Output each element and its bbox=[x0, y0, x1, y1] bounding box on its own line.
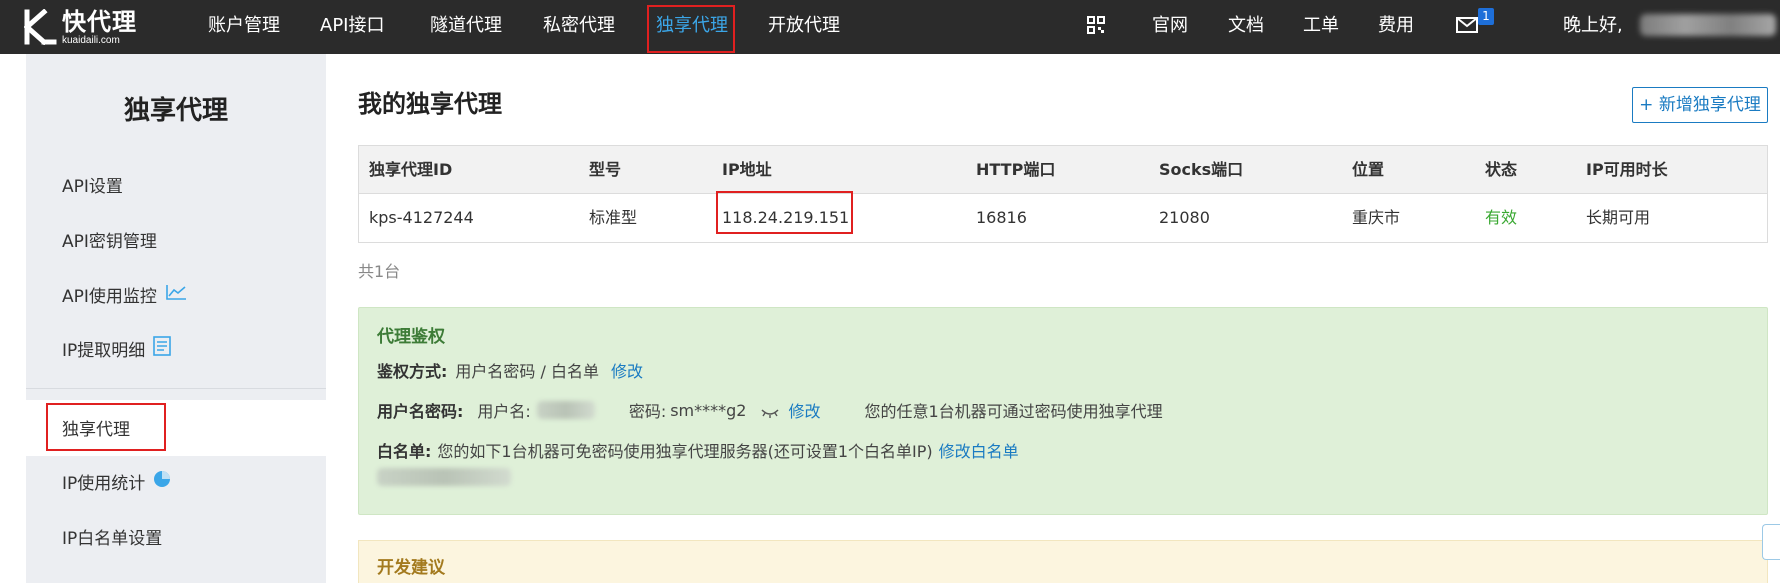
sidebar-item-api-monitor[interactable]: API使用监控 bbox=[62, 282, 187, 307]
userpass-edit-link[interactable]: 修改 bbox=[788, 398, 820, 422]
col-ip-address: IP地址 bbox=[722, 160, 772, 179]
proxy-table: 独享代理ID 型号 IP地址 HTTP端口 Socks端口 位置 状态 IP可用… bbox=[358, 145, 1768, 243]
sidebar-item-label: IP白名单设置 bbox=[62, 529, 163, 549]
document-list-icon bbox=[153, 336, 172, 361]
brand-logo[interactable]: 快代理 kuaidaili.com bbox=[23, 6, 137, 48]
add-dedicated-proxy-button[interactable]: + 新增独享代理 bbox=[1632, 87, 1768, 123]
password-label: 密码: bbox=[628, 402, 667, 421]
sidebar-item-label: API使用监控 bbox=[62, 287, 157, 307]
auth-method-value: 用户名密码 / 白名单 bbox=[455, 362, 599, 381]
brand-domain: kuaidaili.com bbox=[62, 34, 120, 46]
sidebar-item-label: API设置 bbox=[62, 177, 123, 197]
username-label: 用户名: bbox=[477, 402, 531, 421]
dev-suggestions-panel: 开发建议 bbox=[358, 540, 1768, 583]
auth-method-row: 鉴权方式: 用户名密码 / 白名单 修改 bbox=[377, 358, 643, 382]
pie-chart-icon bbox=[153, 470, 171, 493]
whitelist-note: 您的如下1台机器可免密码使用独享代理服务器(还可设置1个白名单IP) bbox=[437, 442, 933, 461]
sidebar-highlight-box bbox=[46, 403, 166, 451]
nav-docs[interactable]: 文档 bbox=[1228, 0, 1264, 54]
cell-location: 重庆市 bbox=[1352, 208, 1401, 227]
cell-model: 标准型 bbox=[589, 208, 638, 227]
username-redacted-value bbox=[536, 401, 595, 419]
userpass-label: 用户名密码: bbox=[377, 402, 464, 421]
line-chart-icon bbox=[165, 283, 187, 306]
password-value: sm****g2 bbox=[670, 400, 747, 420]
cell-http-port: 16816 bbox=[976, 208, 1027, 227]
userpass-row: 用户名密码: 用户名: 密码: sm****g2 修改 您的任意1台机器可通过密… bbox=[377, 398, 1163, 422]
page-title: 我的独享代理 bbox=[358, 90, 502, 118]
mail-icon[interactable] bbox=[1456, 17, 1478, 33]
nav-official-site[interactable]: 官网 bbox=[1152, 0, 1188, 54]
whitelist-ip-redacted bbox=[377, 468, 511, 486]
sidebar-title: 独享代理 bbox=[123, 96, 228, 126]
nav-tunnel-proxy[interactable]: 隧道代理 bbox=[430, 0, 502, 54]
sidebar: 独享代理 API设置 API密钥管理 API使用监控 IP提取明细 独享代理 I… bbox=[26, 54, 326, 583]
nav-api[interactable]: API接口 bbox=[320, 0, 384, 54]
ip-highlight-box bbox=[716, 191, 853, 234]
kuaidaili-logo-icon bbox=[23, 8, 58, 46]
col-ip-duration: IP可用时长 bbox=[1586, 160, 1668, 179]
auth-method-edit-link[interactable]: 修改 bbox=[611, 358, 643, 382]
proxy-auth-panel: 代理鉴权 鉴权方式: 用户名密码 / 白名单 修改 用户名密码: 用户名: 密码… bbox=[358, 307, 1768, 515]
userpass-note: 您的任意1台机器可通过密码使用独享代理 bbox=[864, 402, 1163, 421]
col-proxy-id: 独享代理ID bbox=[369, 160, 453, 179]
floating-side-tab[interactable] bbox=[1762, 524, 1780, 560]
dev-panel-title: 开发建议 bbox=[377, 558, 445, 578]
table-header: 独享代理ID 型号 IP地址 HTTP端口 Socks端口 位置 状态 IP可用… bbox=[359, 146, 1767, 194]
col-http-port: HTTP端口 bbox=[976, 160, 1056, 179]
nav-private-proxy[interactable]: 私密代理 bbox=[543, 0, 615, 54]
qr-code-icon[interactable] bbox=[1087, 16, 1105, 34]
sidebar-item-api-settings[interactable]: API设置 bbox=[62, 172, 123, 197]
whitelist-label: 白名单: bbox=[377, 442, 432, 461]
cell-status: 有效 bbox=[1485, 208, 1518, 227]
whitelist-ip-row bbox=[377, 468, 511, 486]
sidebar-divider bbox=[26, 388, 326, 389]
nav-account-management[interactable]: 账户管理 bbox=[208, 0, 280, 54]
col-socks-port: Socks端口 bbox=[1159, 160, 1244, 179]
total-count: 共1台 bbox=[358, 262, 401, 281]
cell-ip-duration: 长期可用 bbox=[1586, 208, 1651, 227]
nav-billing[interactable]: 费用 bbox=[1378, 0, 1414, 54]
auth-panel-title: 代理鉴权 bbox=[377, 327, 445, 347]
nav-open-proxy[interactable]: 开放代理 bbox=[768, 0, 840, 54]
sidebar-item-ip-whitelist[interactable]: IP白名单设置 bbox=[62, 524, 162, 549]
col-status: 状态 bbox=[1485, 160, 1518, 179]
sidebar-item-label: IP提取明细 bbox=[62, 341, 146, 361]
sidebar-item-api-keys[interactable]: API密钥管理 bbox=[62, 227, 157, 252]
sidebar-item-label: IP使用统计 bbox=[62, 474, 146, 494]
brand-name: 快代理 bbox=[62, 7, 137, 36]
sidebar-item-label: API密钥管理 bbox=[62, 232, 157, 252]
cell-socks-port: 21080 bbox=[1159, 208, 1210, 227]
nav-tickets[interactable]: 工单 bbox=[1303, 0, 1339, 54]
col-location: 位置 bbox=[1352, 160, 1385, 179]
username-redacted[interactable] bbox=[1640, 14, 1776, 36]
sidebar-item-ip-extract-details[interactable]: IP提取明细 bbox=[62, 336, 172, 361]
mail-count-badge: 1 bbox=[1478, 8, 1494, 25]
top-nav-bar: 快代理 kuaidaili.com 账户管理 API接口 隧道代理 私密代理 独… bbox=[0, 0, 1780, 54]
col-model: 型号 bbox=[589, 160, 622, 179]
edit-whitelist-link[interactable]: 修改白名单 bbox=[939, 438, 1019, 462]
auth-method-label: 鉴权方式: bbox=[377, 362, 448, 381]
greeting-text: 晚上好, bbox=[1563, 15, 1623, 36]
nav-highlight-box bbox=[647, 5, 735, 53]
cell-proxy-id: kps-4127244 bbox=[369, 208, 474, 227]
sidebar-item-ip-usage-stats[interactable]: IP使用统计 bbox=[62, 469, 171, 494]
whitelist-row: 白名单: 您的如下1台机器可免密码使用独享代理服务器(还可设置1个白名单IP) … bbox=[377, 438, 1019, 462]
hidden-eye-icon[interactable] bbox=[760, 404, 780, 418]
